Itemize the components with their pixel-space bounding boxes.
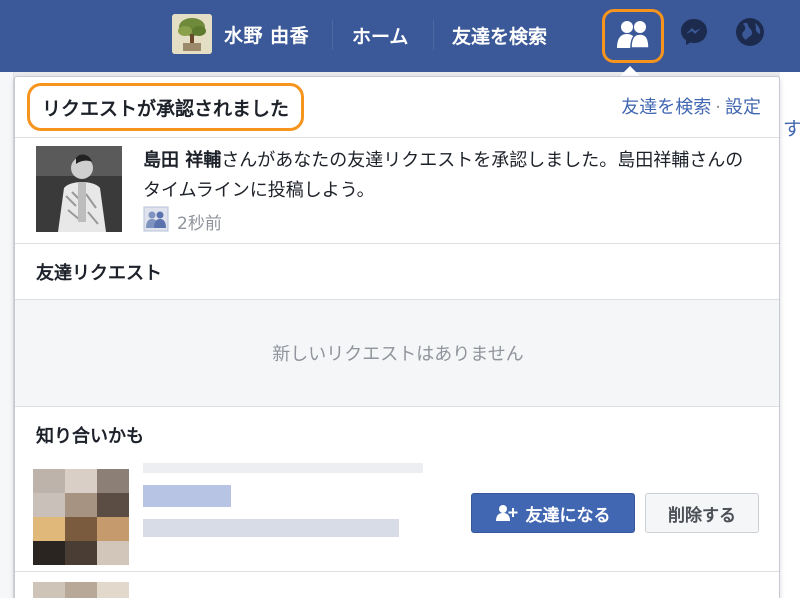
friend-profile-photo <box>36 146 122 232</box>
add-friend-icon <box>495 504 518 522</box>
notification-time: 2秒前 <box>177 213 222 234</box>
globe-icon <box>734 16 766 52</box>
nav-find-friends-link[interactable]: 友達を検索 <box>452 22 547 49</box>
pymk-blur-smudge <box>143 463 423 473</box>
messenger-button[interactable] <box>677 17 711 51</box>
notification-meta: 2秒前 <box>143 206 222 236</box>
pymk-name-blurred[interactable] <box>143 485 231 507</box>
no-requests-text: 新しいリクエストはありません <box>272 344 524 365</box>
link-separator: · <box>715 97 721 118</box>
settings-link[interactable]: 設定 <box>725 97 761 118</box>
no-requests-box: 新しいリクエストはありません <box>15 299 779 407</box>
pymk-profile-photo-partial[interactable] <box>33 582 129 598</box>
nav-divider <box>332 20 333 50</box>
highlighted-header-title: リクエストが承認されました <box>27 83 305 131</box>
accepted-request-notification[interactable]: 島田 祥輔さんがあなたの友達リクエストを承認しました。島田祥輔さんのタイムライン… <box>15 137 779 243</box>
friend-name[interactable]: 島田 祥輔 <box>143 150 221 171</box>
avatar <box>172 14 212 54</box>
find-friends-link[interactable]: 友達を検索 <box>621 97 711 118</box>
pymk-section-title: 知り合いかも <box>15 407 779 463</box>
nav-divider <box>433 20 434 50</box>
remove-suggestion-button[interactable]: 削除する <box>645 493 759 533</box>
pymk-title: 知り合いかも <box>36 426 144 447</box>
pymk-suggestion-row-partial <box>15 571 779 598</box>
add-friend-button[interactable]: 友達になる <box>471 493 635 533</box>
friend-requests-title: 友達リクエスト <box>36 262 162 284</box>
friend-requests-section-title: 友達リクエスト <box>15 243 779 299</box>
user-name: 水野 由香 <box>224 24 310 47</box>
pymk-profile-photo[interactable] <box>33 469 129 565</box>
remove-suggestion-label: 削除する <box>668 505 736 526</box>
header-links: 友達を検索 · 設定 <box>621 93 761 119</box>
dropdown-caret <box>620 66 640 76</box>
friend-requests-dropdown: リクエストが承認されました 友達を検索 · 設定 島田 祥輔さんがあなたの友達リクエ… <box>14 76 780 598</box>
add-friend-label: 友達になる <box>525 505 611 526</box>
friend-requests-icon <box>615 18 651 54</box>
header-title: リクエストが承認されました <box>42 97 290 120</box>
background-right-text: す <box>783 118 800 140</box>
top-navigation-bar: 水野 由香 ホーム 友達を検索 <box>0 0 800 72</box>
notification-message: さんがあなたの友達リクエストを承認しました。島田祥輔さんのタイムラインに投稿しよ… <box>143 150 744 201</box>
pymk-suggestion-row: 友達になる 削除する <box>15 457 779 569</box>
nav-home-link[interactable]: ホーム <box>352 22 408 49</box>
dropdown-header: リクエストが承認されました 友達を検索 · 設定 <box>15 77 779 133</box>
friend-requests-button[interactable] <box>602 9 664 63</box>
friends-small-icon <box>143 206 169 236</box>
pymk-info-blurred <box>143 519 399 537</box>
messenger-icon <box>678 16 710 52</box>
notification-text: 島田 祥輔さんがあなたの友達リクエストを承認しました。島田祥輔さんのタイムライン… <box>143 146 753 206</box>
background-left-column <box>0 72 14 598</box>
profile-link[interactable]: 水野 由香 <box>172 14 309 54</box>
background-right-column <box>780 72 800 598</box>
notifications-button[interactable] <box>733 17 767 51</box>
